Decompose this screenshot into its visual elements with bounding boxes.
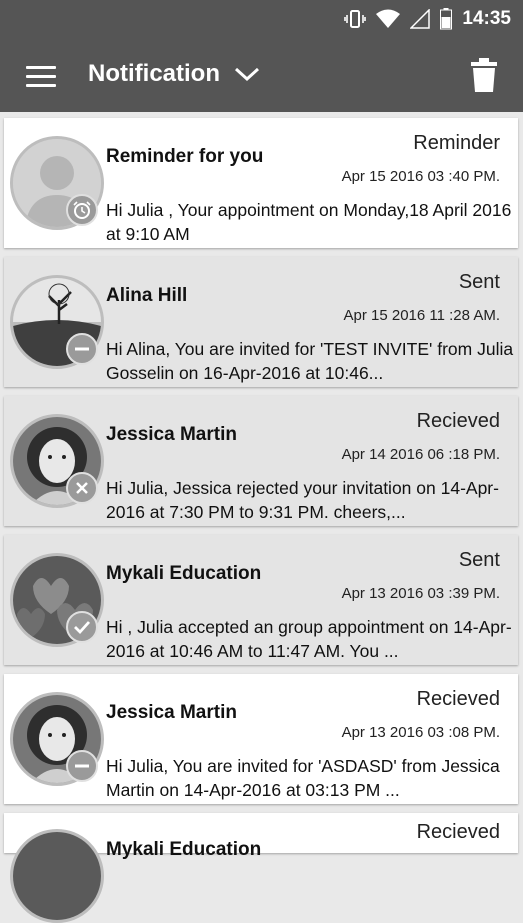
sender-name: Alina Hill [106, 285, 188, 306]
notification-card[interactable]: Reminder for you Reminder Apr 15 2016 03… [4, 118, 518, 248]
alarm-clock-icon [66, 194, 98, 226]
timestamp: Apr 15 2016 11 :28 AM. [343, 307, 501, 324]
timestamp: Apr 15 2016 03 :40 PM. [341, 168, 500, 185]
message-preview: Hi Alina, You are invited for 'TEST INVI… [106, 339, 514, 383]
sender-name: Jessica Martin [106, 424, 237, 445]
notification-type: Sent [458, 271, 500, 293]
notification-type: Reminder [413, 132, 500, 154]
sender-name: Jessica Martin [106, 702, 237, 723]
x-icon [66, 472, 98, 504]
minus-icon [66, 333, 98, 365]
signal-icon [410, 9, 431, 29]
minus-icon [66, 750, 98, 782]
hearts-avatar [13, 832, 101, 920]
notification-card[interactable]: Mykali Education Recieved [4, 813, 518, 923]
message-preview: Hi Julia, You are invited for 'ASDASD' f… [106, 756, 500, 800]
vibrate-icon [344, 10, 367, 28]
notification-card[interactable]: Mykali Education Sent Apr 13 2016 03 :39… [4, 535, 518, 665]
notification-card[interactable]: Alina Hill Sent Apr 15 2016 11 :28 AM. H… [4, 257, 518, 387]
sender-name: Mykali Education [106, 563, 262, 584]
check-icon [66, 611, 98, 643]
hamburger-menu-icon[interactable] [26, 66, 56, 88]
message-preview: Hi Julia, Jessica rejected your invitati… [106, 478, 499, 522]
notification-type: Recieved [416, 410, 500, 432]
notification-list: Reminder for you Reminder Apr 15 2016 03… [4, 118, 518, 923]
trash-icon[interactable] [471, 58, 497, 92]
notification-card[interactable]: Jessica Martin Recieved Apr 14 2016 06 :… [4, 396, 518, 526]
sender-name: Reminder for you [106, 146, 264, 167]
battery-icon [440, 8, 453, 30]
sender-name: Mykali Education [106, 839, 262, 860]
status-bar: 14:35 [0, 0, 523, 40]
title-dropdown[interactable]: Notification [88, 60, 260, 88]
notification-type: Recieved [416, 688, 500, 710]
timestamp: Apr 13 2016 03 :39 PM. [341, 585, 500, 602]
avatar [10, 829, 104, 923]
chevron-down-icon [234, 67, 260, 82]
timestamp: Apr 14 2016 06 :18 PM. [341, 446, 500, 463]
notification-type: Recieved [416, 821, 500, 843]
notification-card[interactable]: Jessica Martin Recieved Apr 13 2016 03 :… [4, 674, 518, 804]
wifi-icon [376, 9, 401, 28]
timestamp: Apr 13 2016 03 :08 PM. [341, 724, 500, 741]
message-preview: Hi , Julia accepted an group appointment… [106, 617, 512, 661]
notification-type: Sent [458, 549, 500, 571]
app-bar: Notification [0, 40, 523, 112]
message-preview: Hi Julia , Your appointment on Monday,18… [106, 200, 512, 244]
status-time: 14:35 [462, 8, 511, 29]
page-title: Notification [88, 60, 220, 87]
